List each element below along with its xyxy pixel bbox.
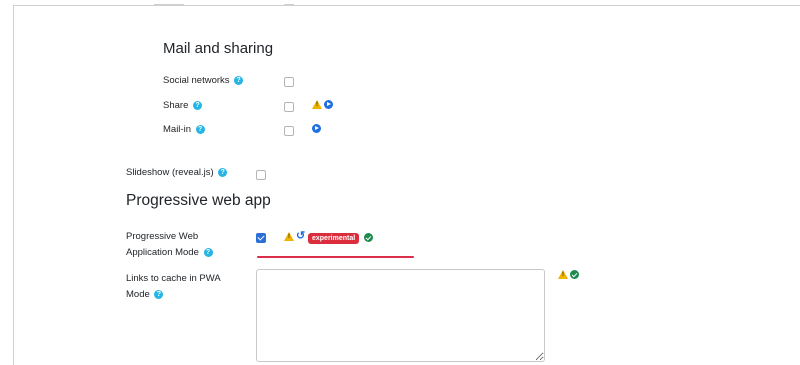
field-label-line1: Progressive Web xyxy=(126,231,199,242)
play-icon[interactable] xyxy=(324,100,333,109)
frame-left-border xyxy=(13,5,14,365)
warning-icon: ! xyxy=(312,100,322,109)
undo-icon[interactable]: ↺ xyxy=(296,231,305,242)
field-label-line2: Application Mode xyxy=(126,247,199,258)
clipped-row xyxy=(284,4,294,5)
help-icon[interactable]: ? xyxy=(234,75,244,85)
field-mail-in: Mail-in ? xyxy=(163,122,205,138)
field-label: Share xyxy=(163,100,189,111)
field-label-line2-wrap: Mode ? xyxy=(126,287,246,303)
warning-icon: ! xyxy=(284,232,294,241)
success-check-icon xyxy=(364,233,373,242)
field-share: Share ? xyxy=(163,98,202,114)
clipped-row xyxy=(154,4,184,5)
section-title-pwa: Progressive web app xyxy=(126,192,271,209)
validation-underline xyxy=(257,256,414,258)
field-label-line1: Links to cache in PWA xyxy=(126,273,221,284)
checkbox-mail-in[interactable] xyxy=(284,126,294,136)
help-icon[interactable]: ? xyxy=(203,247,213,257)
checkbox-slideshow[interactable] xyxy=(256,170,266,180)
experimental-badge: experimental xyxy=(308,233,360,244)
checkbox-pwa-mode[interactable] xyxy=(256,233,266,243)
links-cache-textarea[interactable] xyxy=(256,269,545,362)
help-icon[interactable]: ? xyxy=(195,124,205,134)
play-icon[interactable] xyxy=(312,124,321,133)
help-icon[interactable]: ? xyxy=(154,289,164,299)
field-label-line2: Mode xyxy=(126,289,150,300)
field-label: Social networks xyxy=(163,75,230,86)
field-label: Mail-in xyxy=(163,124,191,135)
field-pwa-mode: Progressive Web Application Mode ? xyxy=(126,229,246,261)
help-icon[interactable]: ? xyxy=(218,167,228,177)
field-slideshow: Slideshow (reveal.js) ? xyxy=(126,165,228,181)
field-label-line2-wrap: Application Mode ? xyxy=(126,245,246,261)
warning-icon: ! xyxy=(558,270,568,279)
help-icon[interactable]: ? xyxy=(193,100,202,110)
field-links-cache: Links to cache in PWA Mode ? xyxy=(126,271,246,303)
success-check-icon xyxy=(570,270,579,279)
field-label: Slideshow (reveal.js) xyxy=(126,167,214,178)
field-social-networks: Social networks ? xyxy=(163,73,244,89)
frame-top-border xyxy=(13,5,800,6)
checkbox-share[interactable] xyxy=(284,102,294,112)
section-title-mail-sharing: Mail and sharing xyxy=(163,40,274,57)
checkbox-social-networks[interactable] xyxy=(284,77,294,87)
